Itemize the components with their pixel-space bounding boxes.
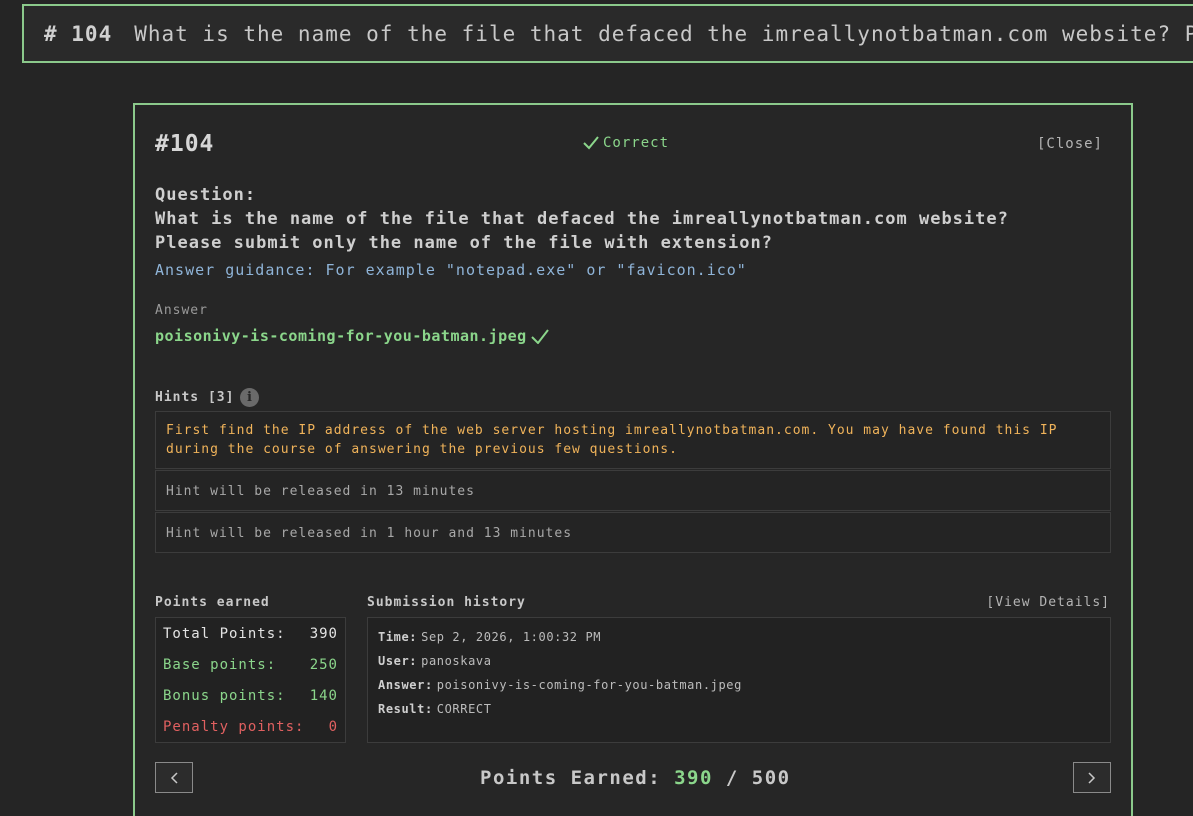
question-modal: #104 Correct [Close] Question: What is t… [133,103,1133,816]
submission-label: Answer: [378,678,433,692]
submission-label: Time: [378,630,418,644]
hint-item-locked: Hint will be released in 1 hour and 13 m… [155,512,1111,553]
points-label: Penalty points: [163,719,305,735]
next-question-button[interactable] [1073,762,1111,793]
answer-label: Answer [155,303,208,318]
points-earned-summary: Points Earned: 390 / 500 [480,767,791,789]
submission-value: Sep 2, 2026, 1:00:32 PM [421,630,602,644]
banner-question-text: What is the name of the file that deface… [134,21,1193,46]
summary-total: 500 [751,767,791,789]
submission-value: poisonivy-is-coming-for-you-batman.jpeg [436,678,742,692]
view-details-link[interactable]: [View Details] [986,595,1110,610]
points-label: Bonus points: [163,688,286,704]
question-banner[interactable]: # 104 What is the name of the file that … [22,4,1193,63]
answer-value-row: poisonivy-is-coming-for-you-batman.jpeg [155,327,549,345]
submission-user: User: panoskava [378,652,1100,676]
summary-separator: / [725,767,739,789]
chevron-right-icon [1088,771,1096,784]
chevron-left-icon [170,771,178,784]
answer-value: poisonivy-is-coming-for-you-batman.jpeg [155,327,527,345]
points-row-total: Total Points: 390 [163,623,338,654]
previous-question-button[interactable] [155,762,193,793]
hints-heading: Hints [3] i [155,388,260,407]
checkmark-icon [583,136,599,150]
question-block: Question: What is the name of the file t… [155,183,1115,255]
points-earned-title: Points earned [155,595,270,610]
status-text: Correct [603,135,670,151]
banner-question-number: # 104 [44,21,113,46]
hint-item-locked: Hint will be released in 13 minutes [155,470,1111,511]
close-button[interactable]: [Close] [1037,136,1103,152]
submission-time: Time: Sep 2, 2026, 1:00:32 PM [378,628,1100,652]
question-line-1: What is the name of the file that deface… [155,209,1009,229]
points-row-penalty: Penalty points: 0 [163,716,338,747]
answer-guidance: Answer guidance: For example "notepad.ex… [155,261,747,279]
points-label: Total Points: [163,626,286,642]
hints-title: Hints [3] [155,390,235,405]
info-icon[interactable]: i [240,388,260,407]
summary-label: Points Earned: [480,767,662,789]
summary-earned: 390 [674,767,713,789]
submission-history-box: Time: Sep 2, 2026, 1:00:32 PM User: panosk… [367,617,1111,743]
points-value: 390 [309,626,338,642]
hint-item-revealed: First find the IP address of the web ser… [155,411,1111,469]
points-label: Base points: [163,657,277,673]
points-row-bonus: Bonus points: 140 [163,685,338,716]
points-value: 0 [328,719,338,735]
submission-result: Result: CORRECT [378,700,1100,724]
checkmark-icon [530,328,549,344]
hints-list: First find the IP address of the web ser… [155,411,1111,554]
submission-value: CORRECT [436,702,492,716]
submission-value: panoskava [421,654,492,668]
submission-answer: Answer: poisonivy-is-coming-for-you-batma… [378,676,1100,700]
points-row-base: Base points: 250 [163,654,338,685]
status-badge: Correct [583,135,669,151]
points-earned-box: Total Points: 390 Base points: 250 Bonus… [155,617,346,743]
question-line-2: Please submit only the name of the file … [155,233,773,253]
points-value: 140 [309,688,338,704]
question-label: Question: [155,185,257,205]
submission-history-title: Submission history [367,595,526,610]
submission-label: Result: [378,702,433,716]
submission-label: User: [378,654,418,668]
points-value: 250 [309,657,338,673]
modal-question-number: #104 [155,131,215,157]
